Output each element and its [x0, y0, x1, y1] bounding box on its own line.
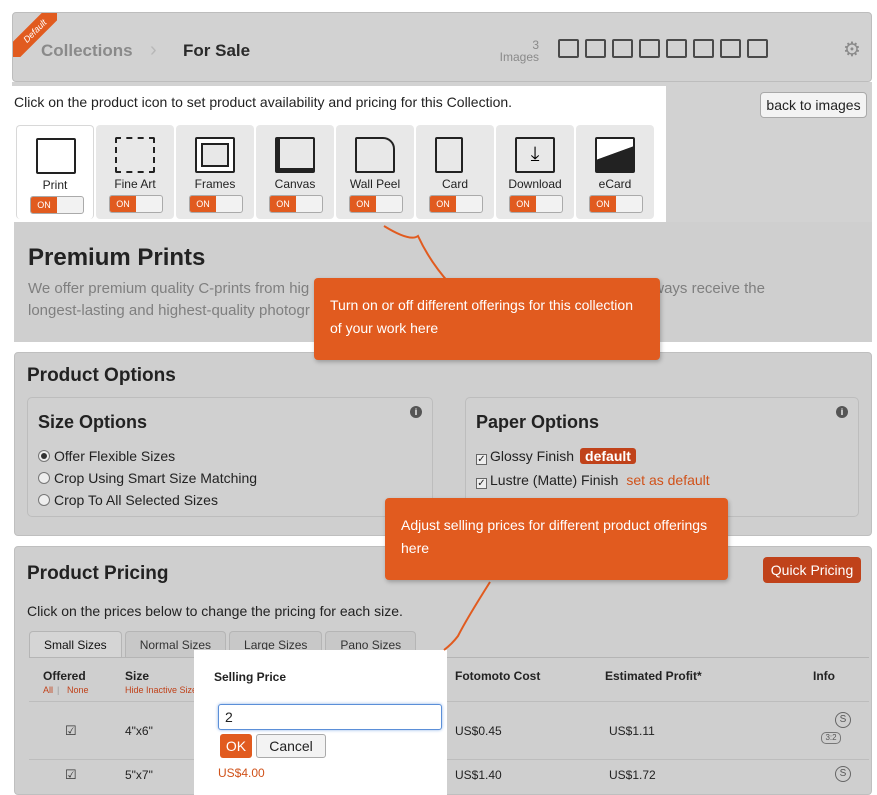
- radio-icon[interactable]: [38, 494, 50, 506]
- radio-smart-size[interactable]: Crop Using Smart Size Matching: [38, 470, 257, 486]
- fine-art-icon[interactable]: [585, 39, 606, 58]
- gear-icon[interactable]: ⚙: [843, 37, 861, 62]
- cost-value: US$0.45: [455, 724, 502, 738]
- size-value: 4"x6": [125, 724, 153, 738]
- paper-options-title: Paper Options: [476, 412, 600, 432]
- selling-price-value[interactable]: US$4.00: [218, 766, 265, 780]
- wall-peel-icon: [355, 137, 395, 173]
- callout-offerings: Turn on or off different offerings for t…: [314, 278, 660, 360]
- ecard-icon: [595, 137, 635, 173]
- checkbox-checked-icon[interactable]: ✓: [476, 454, 487, 465]
- radio-icon[interactable]: [38, 472, 50, 484]
- product-canvas[interactable]: Canvas ON: [256, 125, 334, 219]
- download-icon[interactable]: [720, 39, 741, 58]
- profit-value: US$1.11: [609, 724, 655, 738]
- ok-button[interactable]: OK: [220, 734, 252, 758]
- ecard-toggle[interactable]: ON: [589, 195, 643, 213]
- frames-icon[interactable]: [612, 39, 633, 58]
- product-ecard[interactable]: eCard ON: [576, 125, 654, 219]
- card-icon[interactable]: [693, 39, 714, 58]
- quick-pricing-button[interactable]: Quick Pricing: [763, 557, 861, 583]
- table-row: ☑ 5"x7" US$1.40 US$1.72 S: [29, 759, 869, 789]
- size-value: 5"x7": [125, 768, 153, 782]
- offered-checkbox[interactable]: ☑: [65, 724, 78, 737]
- fine-art-toggle[interactable]: ON: [109, 195, 163, 213]
- glossy-checkbox[interactable]: ✓ Glossy Finish default: [476, 448, 636, 465]
- radio-selected-icon[interactable]: [38, 450, 50, 462]
- canvas-icon: [275, 137, 315, 173]
- product-wall-peel[interactable]: Wall Peel ON: [336, 125, 414, 219]
- product-toolbar: [558, 39, 768, 58]
- col-size: Size: [125, 669, 150, 683]
- frames-icon: [195, 137, 235, 173]
- product-download[interactable]: ⤓ Download ON: [496, 125, 574, 219]
- callout-connector: [443, 581, 491, 651]
- product-fine-art[interactable]: Fine Art ON: [96, 125, 174, 219]
- size-info-icon[interactable]: S: [835, 712, 851, 728]
- collection-header: Default Collections › For Sale 3 Images …: [12, 12, 872, 82]
- offered-all-link[interactable]: All: [43, 685, 53, 695]
- col-fotomoto-cost: Fotomoto Cost: [455, 669, 541, 683]
- lustre-checkbox[interactable]: ✓ Lustre (Matte) Finish set as default: [476, 472, 710, 489]
- wall-peel-icon[interactable]: [666, 39, 687, 58]
- product-print[interactable]: Print ON: [16, 125, 94, 219]
- set-as-default-link[interactable]: set as default: [626, 472, 709, 488]
- selling-price-column: Selling Price 2 OK Cancel US$4.00: [194, 650, 447, 795]
- wall-peel-toggle[interactable]: ON: [349, 195, 403, 213]
- col-selling-price: Selling Price: [214, 670, 287, 684]
- download-icon: ⤓: [515, 137, 555, 173]
- radio-flexible-sizes[interactable]: Offer Flexible Sizes: [38, 448, 175, 464]
- page: Default Collections › For Sale 3 Images …: [0, 0, 877, 795]
- col-info: Info: [813, 669, 835, 683]
- size-options-title: Size Options: [38, 412, 148, 432]
- breadcrumb-current: For Sale: [183, 41, 251, 60]
- callout-pricing: Adjust selling prices for different prod…: [385, 498, 728, 580]
- print-toggle[interactable]: ON: [30, 196, 84, 214]
- offered-separator: |: [57, 685, 60, 695]
- image-count: 3 Images: [499, 38, 539, 64]
- cancel-button[interactable]: Cancel: [256, 734, 326, 758]
- product-pricing-title: Product Pricing: [27, 563, 169, 584]
- col-estimated-profit: Estimated Profit*: [605, 669, 702, 683]
- canvas-toggle[interactable]: ON: [269, 195, 323, 213]
- product-card[interactable]: Card ON: [416, 125, 494, 219]
- pricing-table-header: Offered All | None Size Hide Inactive Si…: [29, 659, 869, 701]
- breadcrumb-collections[interactable]: Collections: [41, 41, 133, 61]
- info-icon[interactable]: i: [410, 406, 422, 418]
- offered-checkbox[interactable]: ☑: [65, 768, 78, 781]
- tab-small-sizes[interactable]: Small Sizes: [29, 631, 122, 657]
- products-intro: Click on the product icon to set product…: [14, 94, 513, 110]
- offered-none-link[interactable]: None: [67, 685, 89, 695]
- frames-toggle[interactable]: ON: [189, 195, 243, 213]
- checkbox-checked-icon[interactable]: ✓: [476, 478, 487, 489]
- product-frames[interactable]: Frames ON: [176, 125, 254, 219]
- profit-value: US$1.72: [609, 768, 656, 782]
- ecard-icon[interactable]: [747, 39, 768, 58]
- hide-inactive-link[interactable]: Hide Inactive Sizes: [125, 685, 202, 695]
- product-list: Print ON Fine Art ON Frames ON Canvas ON…: [16, 125, 654, 219]
- table-row: ☑ 4"x6" US$0.45 US$1.11 S 3:2: [29, 701, 869, 759]
- fine-art-icon: [115, 137, 155, 173]
- col-offered: Offered: [43, 669, 86, 683]
- size-options-box: Size Options i Offer Flexible Sizes Crop…: [27, 397, 433, 517]
- product-options-title: Product Options: [27, 365, 176, 386]
- back-to-images-button[interactable]: back to images: [760, 92, 867, 118]
- info-icon[interactable]: i: [836, 406, 848, 418]
- canvas-icon[interactable]: [639, 39, 660, 58]
- radio-crop-all[interactable]: Crop To All Selected Sizes: [38, 492, 218, 508]
- price-input[interactable]: 2: [218, 704, 442, 730]
- print-icon: [36, 138, 76, 174]
- breadcrumb-separator-icon: ›: [150, 39, 157, 61]
- aspect-ratio-badge: 3:2: [821, 732, 841, 744]
- card-icon: [435, 137, 463, 173]
- pricing-description: Click on the prices below to change the …: [27, 603, 403, 619]
- card-toggle[interactable]: ON: [429, 195, 483, 213]
- print-icon[interactable]: [558, 39, 579, 58]
- size-info-icon[interactable]: S: [835, 766, 851, 782]
- cost-value: US$1.40: [455, 768, 502, 782]
- download-toggle[interactable]: ON: [509, 195, 563, 213]
- default-badge: default: [580, 448, 636, 464]
- premium-title: Premium Prints: [28, 244, 206, 271]
